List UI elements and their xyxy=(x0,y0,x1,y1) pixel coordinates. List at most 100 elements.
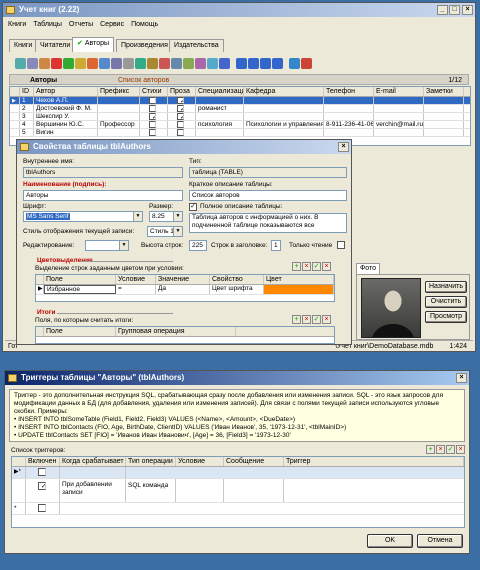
author-name[interactable]: Шекспир У. xyxy=(34,113,98,120)
view-photo-button[interactable]: Просмотр xyxy=(425,311,467,323)
style-dropdown-icon[interactable]: ▼ xyxy=(173,227,182,236)
author-email[interactable] xyxy=(374,113,424,120)
table-icon[interactable] xyxy=(183,58,194,69)
col-poems[interactable]: Стихи xyxy=(140,87,168,96)
author-notes[interactable] xyxy=(424,97,464,104)
trigger-col-op[interactable]: Тип операции xyxy=(126,457,176,466)
checkbox[interactable] xyxy=(149,121,156,128)
author-email[interactable] xyxy=(374,97,424,104)
totals-grid[interactable]: Поле Групповая операция xyxy=(35,326,335,344)
author-spec[interactable]: психология xyxy=(196,121,244,128)
full-desc-checkbox[interactable]: ✓ xyxy=(189,203,197,211)
color-row-field[interactable]: Избранное xyxy=(44,285,116,294)
props-title-bar[interactable]: Свойства таблицы tblAuthors × xyxy=(17,140,351,154)
author-prefix[interactable] xyxy=(98,129,140,136)
checkbox[interactable] xyxy=(177,129,184,136)
author-notes[interactable] xyxy=(424,121,464,128)
color-col-value[interactable]: Значение xyxy=(156,275,210,284)
author-spec[interactable]: романист xyxy=(196,105,244,112)
trigger-delete-icon[interactable]: × xyxy=(436,445,445,454)
author-poems[interactable] xyxy=(140,129,168,136)
image-icon[interactable] xyxy=(207,58,218,69)
color-col-field[interactable]: Поле xyxy=(44,275,116,284)
col-notes[interactable]: Заметки xyxy=(424,87,464,96)
author-prose[interactable]: ✓ xyxy=(168,97,196,104)
color-col-property[interactable]: Свойство xyxy=(210,275,264,284)
author-prefix[interactable] xyxy=(98,97,140,104)
header-rows-field[interactable]: 1 xyxy=(271,240,281,251)
author-prose[interactable] xyxy=(168,129,196,136)
print-icon[interactable] xyxy=(123,58,134,69)
edit-mode-select[interactable]: ▼ xyxy=(85,240,129,251)
menu-tables[interactable]: Таблицы xyxy=(33,19,62,30)
author-dept[interactable] xyxy=(244,105,324,112)
trigger-cancel-icon[interactable]: × xyxy=(456,445,465,454)
trigger-col-condition[interactable]: Условие xyxy=(176,457,224,466)
author-prefix[interactable] xyxy=(98,105,140,112)
maximize-button[interactable]: □ xyxy=(449,5,460,15)
trigger-col-enabled[interactable]: Включен xyxy=(26,457,60,466)
last-record-icon[interactable] xyxy=(272,58,283,69)
author-spec[interactable] xyxy=(196,129,244,136)
trigger-col-trigger[interactable]: Триггер xyxy=(284,457,464,466)
checkbox[interactable]: ✓ xyxy=(177,105,184,112)
trigger-col-message[interactable]: Сообщение xyxy=(224,457,284,466)
col-prose[interactable]: Проза xyxy=(168,87,196,96)
checkbox[interactable]: ✓ xyxy=(149,113,156,120)
authors-grid[interactable]: ID Автор Префикс Стихи Проза Специализац… xyxy=(9,86,471,146)
totals-add-icon[interactable]: + xyxy=(292,315,301,324)
author-poems[interactable] xyxy=(140,97,168,104)
settings-icon[interactable] xyxy=(171,58,182,69)
totals-col-field[interactable]: Поле xyxy=(44,327,116,336)
author-id[interactable]: 4 xyxy=(20,121,34,128)
totals-ok-icon[interactable]: ✓ xyxy=(312,315,321,324)
author-prefix[interactable] xyxy=(98,113,140,120)
author-name[interactable]: Чехов А.П. xyxy=(34,97,98,104)
new-row-when[interactable] xyxy=(60,467,126,478)
empty-row-checkbox[interactable] xyxy=(38,504,46,512)
trigger-row-condition[interactable] xyxy=(176,479,224,502)
exit-icon[interactable] xyxy=(301,58,312,69)
author-spec[interactable] xyxy=(196,113,244,120)
trigger-row-when[interactable]: При добавлении записи xyxy=(60,479,126,502)
author-dept[interactable]: Психологии и управления xyxy=(244,121,324,128)
trigger-row-checkbox[interactable]: ✓ xyxy=(38,482,46,490)
menu-help[interactable]: Помощь xyxy=(131,19,158,30)
info-icon[interactable] xyxy=(219,58,230,69)
trigger-new-row[interactable]: ▶* xyxy=(12,467,464,479)
trigger-add-icon[interactable]: + xyxy=(426,445,435,454)
col-id[interactable]: ID xyxy=(20,87,34,96)
minimize-button[interactable]: _ xyxy=(437,5,448,15)
checkbox[interactable] xyxy=(149,105,156,112)
close-button[interactable]: × xyxy=(462,5,473,15)
menu-service[interactable]: Сервис xyxy=(100,19,124,30)
author-id[interactable]: 5 xyxy=(20,129,34,136)
delete-icon[interactable] xyxy=(51,58,62,69)
style-select[interactable]: Стиль 1 ▼ xyxy=(147,226,183,237)
checkbox[interactable] xyxy=(149,97,156,104)
col-author[interactable]: Автор xyxy=(34,87,98,96)
color-col-condition[interactable]: Условие xyxy=(116,275,156,284)
chart-icon[interactable] xyxy=(159,58,170,69)
checkbox[interactable]: ✓ xyxy=(177,97,184,104)
checkbox[interactable]: ✓ xyxy=(177,113,184,120)
color-cancel-icon[interactable]: × xyxy=(322,262,331,271)
tab-works[interactable]: Произведения xyxy=(116,39,173,52)
triggers-title-bar[interactable]: Триггеры таблицы "Авторы" (tblAuthors) × xyxy=(5,371,469,385)
font-select[interactable]: MS Sans Serif ▼ xyxy=(23,211,143,222)
assign-photo-button[interactable]: Назначить xyxy=(425,281,467,293)
author-row[interactable]: 4 Вершинин Ю.С. Профессор психология Психоло… xyxy=(10,121,470,129)
filter-clear-icon[interactable] xyxy=(87,58,98,69)
totals-delete-icon[interactable]: × xyxy=(302,315,311,324)
author-spec[interactable] xyxy=(196,97,244,104)
author-notes[interactable] xyxy=(424,113,464,120)
author-name[interactable]: Вигин xyxy=(34,129,98,136)
author-email[interactable] xyxy=(374,105,424,112)
row-height-field[interactable]: 225 xyxy=(189,240,207,251)
author-notes[interactable] xyxy=(424,105,464,112)
author-row[interactable]: 5 Вигин xyxy=(10,129,470,137)
color-delete-icon[interactable]: × xyxy=(302,262,311,271)
author-phone[interactable] xyxy=(324,97,374,104)
edit-dropdown-icon[interactable]: ▼ xyxy=(119,241,128,250)
edit-icon[interactable] xyxy=(39,58,50,69)
